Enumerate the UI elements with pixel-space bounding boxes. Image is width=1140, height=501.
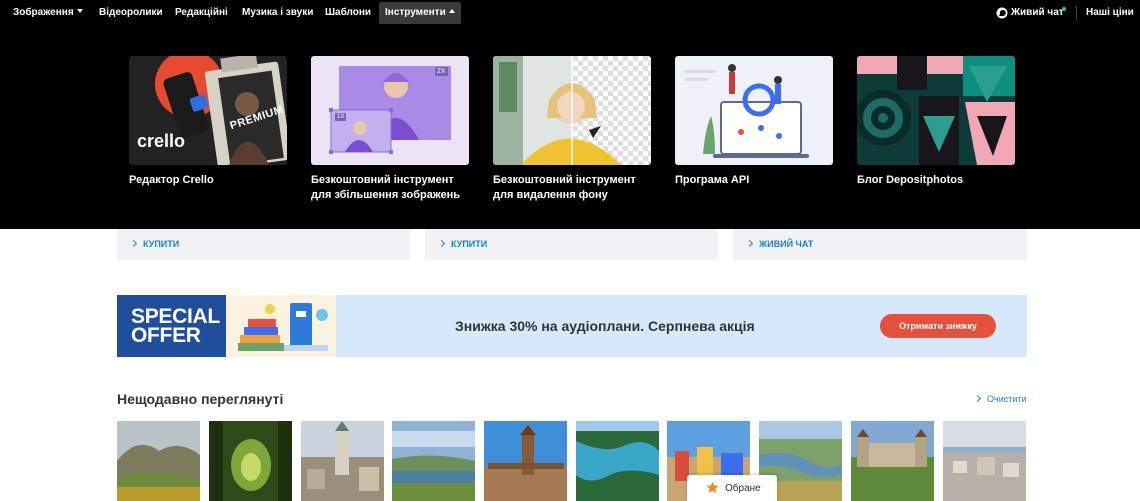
offer-label: OFFER [131,324,201,347]
bg-remover-thumbnail [493,56,651,165]
clear-history-link[interactable]: Очистити [973,394,1027,404]
nav-videos[interactable]: Відеоролики [99,0,163,26]
recent-photo[interactable] [484,421,567,501]
api-thumbnail [675,56,833,165]
promo-banner[interactable]: SPECIAL OFFER Знижка 30% на аудіоплани. … [117,295,1027,357]
nav-templates[interactable]: Шаблони [325,0,371,26]
chevron-up-icon [448,9,455,14]
recent-thumbnails [117,421,1027,501]
get-discount-button[interactable]: Отримати знижку [880,314,996,338]
live-chat-link[interactable]: Живий чат [1011,0,1064,26]
pricing-card: КУПИТИ [117,226,410,260]
chevron-down-icon [76,9,83,14]
chat-icon [996,7,1008,19]
recent-photo[interactable] [209,421,292,501]
recent-photo[interactable] [943,421,1026,501]
recent-photo[interactable] [301,421,384,501]
nav-images-label: Зображення [13,7,74,18]
tools-dropdown: crello PREMIUM Редактор Crello 2X 1X Без… [0,26,1140,229]
chevron-right-icon [437,239,446,248]
support-card: ЖИВИЙ ЧАТ [733,226,1027,260]
tool-label: Редактор Crello [129,174,214,186]
buy-link[interactable]: КУПИТИ [437,239,487,249]
nav-music[interactable]: Музика і звуки [242,0,313,26]
special-offer-block: SPECIAL OFFER [117,295,226,357]
buy-link[interactable]: КУПИТИ [129,239,179,249]
pricing-card: КУПИТИ [425,226,718,260]
scale-badge-1x: 1X [335,113,347,121]
tool-label: Програма API [675,174,750,186]
recent-photo[interactable] [117,421,200,501]
recent-photo[interactable] [576,421,659,501]
nav-images[interactable]: Зображення [13,0,83,26]
promo-text: Знижка 30% на аудіоплани. Серпнева акція [455,318,755,334]
recent-photo[interactable] [392,421,475,501]
nav-divider [1076,6,1077,20]
blog-thumbnail [857,56,1015,165]
tool-bg-remover[interactable]: Безкоштовний інструмент для видалення фон… [493,56,651,203]
nav-editorial[interactable]: Редакційні [175,0,228,26]
recent-photo[interactable] [851,421,934,501]
nav-tools-label: Інструменти [385,7,446,18]
recently-viewed-title: Нещодавно переглянуті [117,391,284,407]
chevron-right-icon [745,239,754,248]
scale-badge-2x: 2X [435,67,448,76]
top-navigation: Зображення Відеоролики Редакційні Музика… [0,0,1140,26]
star-icon [706,481,719,493]
tool-api[interactable]: Програма API [675,56,833,188]
tool-blog[interactable]: Блог Depositphotos [857,56,1015,188]
prices-link[interactable]: Наші ціни [1086,0,1134,26]
promo-illustration [226,295,336,357]
tool-crello[interactable]: crello PREMIUM Редактор Crello [129,56,287,188]
upscaler-thumbnail: 2X 1X [311,56,469,165]
tool-label: Безкоштовний інструмент для збільшення зо… [311,174,461,201]
crello-logo-text: crello [137,131,186,151]
tool-upscaler[interactable]: 2X 1X Безкоштовний інструмент для збільше… [311,56,469,203]
favorites-tab[interactable]: Обране [687,475,777,501]
crello-thumbnail: crello PREMIUM [129,56,287,165]
tool-label: Безкоштовний інструмент для видалення фон… [493,174,636,201]
chevron-right-icon [129,239,138,248]
favorites-label: Обране [725,483,761,494]
chevron-right-icon [973,394,982,403]
nav-tools[interactable]: Інструменти [379,2,461,24]
tool-label: Блог Depositphotos [857,174,964,186]
live-chat-card-link[interactable]: ЖИВИЙ ЧАТ [745,239,813,249]
online-status-dot [1062,7,1066,11]
